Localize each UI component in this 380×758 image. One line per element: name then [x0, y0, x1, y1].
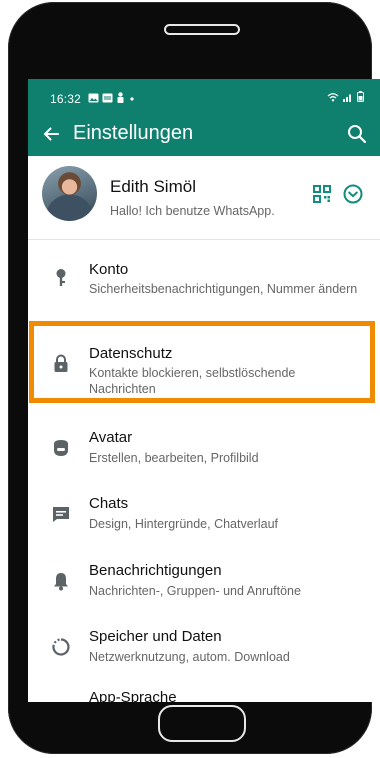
- settings-item-label: Benachrichtigungen: [89, 562, 222, 579]
- settings-item-label: Avatar: [89, 429, 133, 446]
- avatar[interactable]: [42, 166, 97, 221]
- settings-item-label: Datenschutz: [89, 345, 173, 362]
- status-right-icons: [327, 91, 364, 102]
- wifi-icon: [327, 92, 339, 101]
- battery-icon: [357, 91, 364, 102]
- phone-speaker: [164, 24, 240, 35]
- settings-item-label: App-Sprache: [89, 689, 177, 702]
- home-button[interactable]: [158, 705, 246, 742]
- phone-frame: 16:32 Einstellungen Edith Simöl Hallo! I…: [8, 2, 380, 754]
- settings-item-desc: Design, Hintergründe, Chatverlauf: [89, 517, 278, 531]
- settings-item-chats[interactable]: Chats Design, Hintergründe, Chatverlauf: [28, 477, 380, 543]
- screen: 16:32 Einstellungen Edith Simöl Hallo! I…: [28, 79, 380, 702]
- image-icon: [88, 93, 99, 102]
- chevron-down-circle-icon[interactable]: [342, 183, 364, 205]
- profile-name: Edith Simöl: [110, 177, 196, 196]
- bell-icon: [54, 573, 68, 591]
- settings-item-label: Chats: [89, 495, 129, 512]
- settings-item-sprache[interactable]: App-Sprache: [28, 677, 380, 702]
- settings-item-konto[interactable]: Konto Sicherheitsbenachrichtigungen, Num…: [28, 239, 380, 305]
- arrow-left-icon[interactable]: [40, 123, 62, 145]
- calendar-icon: [102, 93, 113, 102]
- chat-icon: [53, 507, 69, 522]
- avatar-face-icon: [54, 440, 68, 456]
- search-icon[interactable]: [346, 123, 368, 145]
- app-bar: Einstellungen: [28, 116, 380, 156]
- settings-item-desc: Sicherheitsbenachrichtigungen, Nummer än…: [89, 282, 358, 296]
- storage-circle-icon: [52, 638, 70, 656]
- status-icons: [88, 92, 136, 103]
- status-bar: 16:32: [28, 79, 380, 116]
- settings-item-desc: Netzwerknutzung, autom. Download: [89, 650, 290, 664]
- settings-item-label: Speicher und Daten: [89, 628, 222, 645]
- signal-icon: [343, 94, 351, 102]
- qr-code-icon[interactable]: [313, 185, 331, 203]
- page-title: Einstellungen: [73, 122, 194, 144]
- settings-item-desc: Nachrichten-, Gruppen- und Anruftöne: [89, 584, 301, 598]
- settings-item-desc: Erstellen, bearbeiten, Profilbild: [89, 451, 259, 465]
- settings-item-desc: Kontakte blockieren, selbstlöschende Nac…: [89, 366, 296, 396]
- lock-icon: [54, 354, 68, 372]
- settings-item-benachrichtigungen[interactable]: Benachrichtigungen Nachrichten-, Gruppen…: [28, 544, 380, 610]
- profile-status: Hallo! Ich benutze WhatsApp.: [110, 204, 275, 218]
- settings-item-label: Konto: [89, 261, 129, 278]
- profile-row[interactable]: Edith Simöl Hallo! Ich benutze WhatsApp.: [28, 156, 380, 240]
- key-icon: [56, 269, 66, 286]
- status-time: 16:32: [50, 92, 82, 106]
- dot-icon: [130, 96, 134, 101]
- settings-item-avatar[interactable]: Avatar Erstellen, bearbeiten, Profilbild: [28, 411, 380, 477]
- settings-item-speicher[interactable]: Speicher und Daten Netzwerknutzung, auto…: [28, 610, 380, 676]
- settings-item-datenschutz[interactable]: Datenschutz Kontakte blockieren, selbstl…: [28, 321, 380, 396]
- person-icon: [117, 92, 124, 103]
